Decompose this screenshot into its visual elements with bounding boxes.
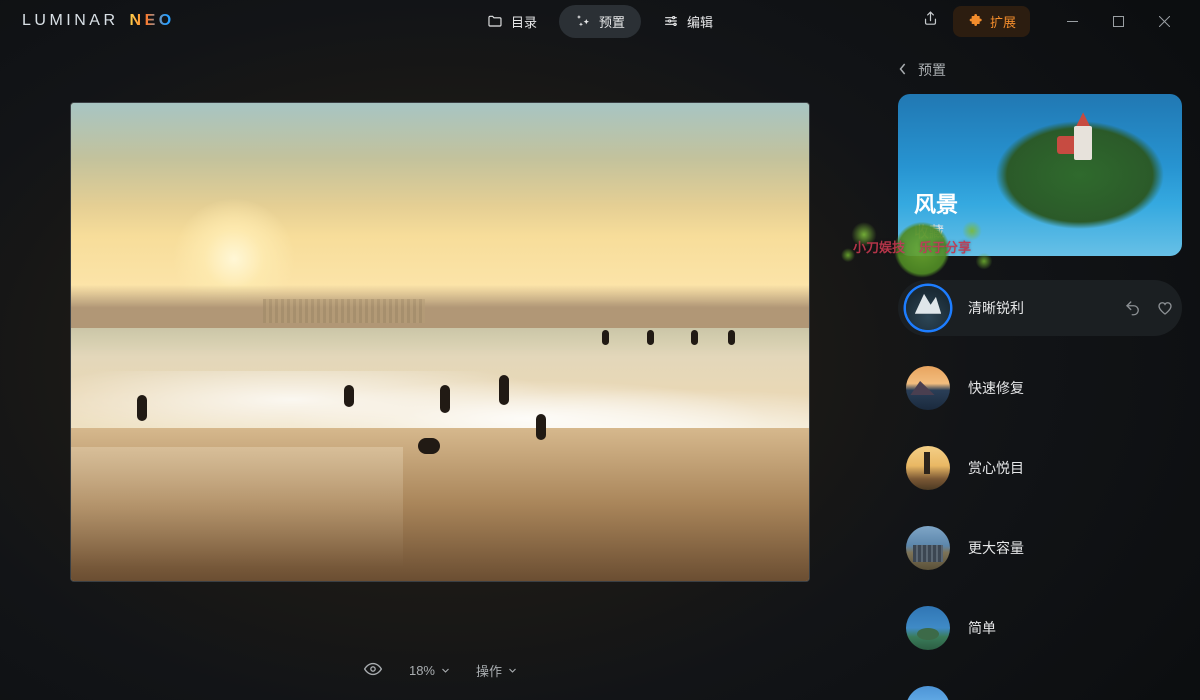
actions-label: 操作 [476, 661, 502, 680]
presets-panel: 预置 风景 收藏 清晰锐利 快速修复 [880, 42, 1200, 700]
preset-item[interactable]: 简单 [898, 600, 1182, 656]
preset-item[interactable]: 晴朗天空 [898, 680, 1182, 700]
logo-text-b: NEO [130, 12, 175, 30]
share-icon [922, 10, 939, 32]
preset-collection-hero[interactable]: 风景 收藏 [898, 94, 1182, 256]
presets-back[interactable]: 预置 [898, 60, 1182, 80]
breadcrumb-label: 预置 [918, 60, 946, 80]
chevron-left-icon [898, 62, 908, 79]
app-logo: LUMINAR NEO [22, 12, 175, 30]
sparkle-icon [575, 13, 591, 29]
tab-presets-label: 预置 [599, 12, 625, 31]
extensions-button[interactable]: 扩展 [953, 6, 1030, 37]
extensions-label: 扩展 [990, 12, 1016, 31]
heart-icon[interactable] [1156, 299, 1174, 317]
preset-label: 简单 [968, 618, 996, 638]
preset-item[interactable]: 快速修复 [898, 360, 1182, 416]
preset-thumbnail [906, 366, 950, 410]
title-bar: LUMINAR NEO 目录 预置 编辑 [0, 0, 1200, 42]
tab-presets[interactable]: 预置 [559, 5, 641, 38]
preset-label: 更大容量 [968, 538, 1024, 558]
preset-thumbnail [906, 286, 950, 330]
folder-icon [487, 13, 503, 29]
mode-tabs: 目录 预置 编辑 [471, 5, 729, 38]
zoom-value: 18% [409, 663, 435, 678]
window-controls [1050, 6, 1186, 36]
bottom-toolbar: 18% 操作 [363, 659, 517, 682]
tab-catalog-label: 目录 [511, 12, 537, 31]
preset-item[interactable]: 赏心悦目 [898, 440, 1182, 496]
preset-thumbnail [906, 526, 950, 570]
preset-thumbnail [906, 686, 950, 700]
window-close-button[interactable] [1142, 6, 1186, 36]
preset-thumbnail [906, 446, 950, 490]
chevron-down-icon [508, 663, 517, 678]
puzzle-icon [967, 12, 983, 31]
collection-title: 风景 [914, 187, 958, 219]
tab-edit-label: 编辑 [687, 12, 713, 31]
share-button[interactable] [915, 5, 947, 37]
close-icon [1159, 16, 1170, 27]
zoom-dropdown[interactable]: 18% [409, 663, 450, 678]
sliders-icon [663, 13, 679, 29]
canvas-stage: 18% 操作 [0, 42, 880, 700]
tab-edit[interactable]: 编辑 [647, 5, 729, 38]
preset-list: 清晰锐利 快速修复 赏心悦目 更大容量 简单 [898, 280, 1182, 700]
maximize-icon [1113, 16, 1124, 27]
window-maximize-button[interactable] [1096, 6, 1140, 36]
preset-thumbnail [906, 606, 950, 650]
preset-label: 快速修复 [968, 378, 1024, 398]
preset-label: 赏心悦目 [968, 458, 1024, 478]
preset-label: 清晰锐利 [968, 298, 1024, 318]
chevron-down-icon [441, 663, 450, 678]
minimize-icon [1067, 16, 1078, 27]
preset-item[interactable]: 清晰锐利 [898, 280, 1182, 336]
eye-icon [363, 659, 383, 682]
compare-toggle[interactable] [363, 659, 383, 682]
logo-text-a: LUMINAR [22, 12, 119, 30]
actions-dropdown[interactable]: 操作 [476, 661, 517, 680]
undo-icon[interactable] [1124, 299, 1142, 317]
window-minimize-button[interactable] [1050, 6, 1094, 36]
tab-catalog[interactable]: 目录 [471, 5, 553, 38]
preset-item[interactable]: 更大容量 [898, 520, 1182, 576]
photo-preview[interactable] [70, 102, 810, 582]
collection-subtitle: 收藏 [914, 221, 958, 242]
